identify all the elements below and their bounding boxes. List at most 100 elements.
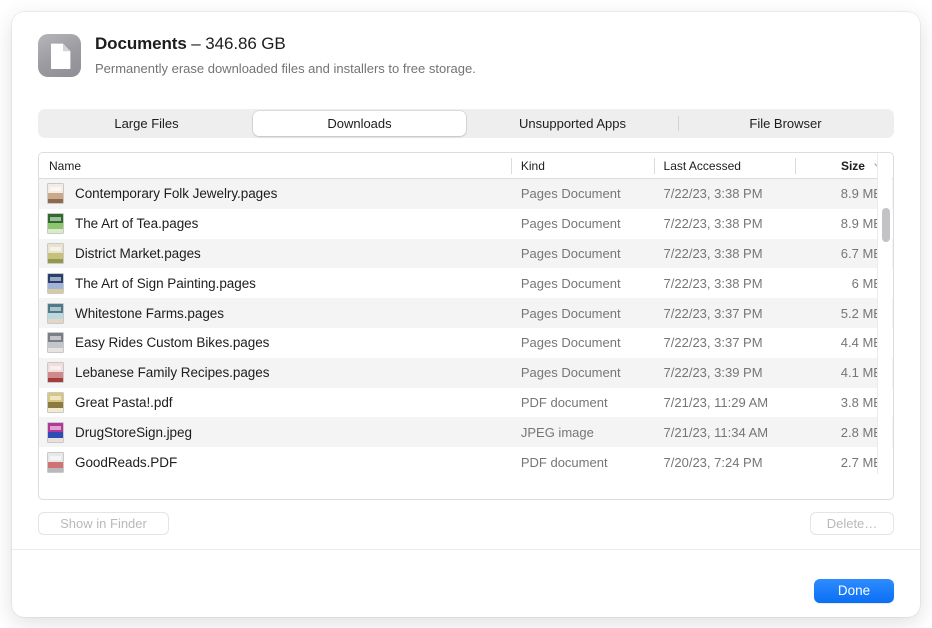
file-thumbnail-icon <box>47 422 64 443</box>
cell-name: DrugStoreSign.jpeg <box>39 422 511 443</box>
table-row[interactable]: Easy Rides Custom Bikes.pages Pages Docum… <box>39 328 893 358</box>
document-icon <box>38 34 81 77</box>
file-name: Great Pasta!.pdf <box>75 395 173 410</box>
tab-file-browser[interactable]: File Browser <box>679 111 892 136</box>
cell-last-accessed: 7/22/23, 3:38 PM <box>654 246 796 261</box>
file-name: Whitestone Farms.pages <box>75 306 224 321</box>
file-name: Lebanese Family Recipes.pages <box>75 365 269 380</box>
tab-file-browser-label: File Browser <box>749 116 821 131</box>
file-name: The Art of Sign Painting.pages <box>75 276 256 291</box>
cell-kind: JPEG image <box>511 425 654 440</box>
page-subtitle: Permanently erase downloaded files and i… <box>95 60 476 77</box>
cell-kind: Pages Document <box>511 216 654 231</box>
cell-kind: Pages Document <box>511 246 654 261</box>
page-title: Documents – 346.86 GB <box>95 33 476 55</box>
file-name: GoodReads.PDF <box>75 455 177 470</box>
cell-kind: Pages Document <box>511 365 654 380</box>
table-row[interactable]: Great Pasta!.pdf PDF document7/21/23, 11:… <box>39 388 893 418</box>
done-label: Done <box>838 583 870 598</box>
cell-name: The Art of Tea.pages <box>39 213 511 234</box>
tab-downloads[interactable]: Downloads <box>253 111 466 136</box>
page-title-separator: – <box>187 34 206 53</box>
column-divider <box>654 158 655 174</box>
delete-button[interactable]: Delete… <box>810 512 894 535</box>
cell-last-accessed: 7/21/23, 11:34 AM <box>654 425 796 440</box>
table-row[interactable]: The Art of Tea.pages Pages Document7/22/2… <box>39 209 893 239</box>
cell-kind: Pages Document <box>511 186 654 201</box>
tab-unsupported-apps[interactable]: Unsupported Apps <box>466 111 679 136</box>
cell-name: Contemporary Folk Jewelry.pages <box>39 183 511 204</box>
file-thumbnail-icon <box>47 183 64 204</box>
cell-last-accessed: 7/22/23, 3:38 PM <box>654 276 796 291</box>
page-title-name: Documents <box>95 34 187 53</box>
tab-bar: Large Files Downloads Unsupported Apps F… <box>38 109 894 138</box>
table-row[interactable]: DrugStoreSign.jpeg JPEG image7/21/23, 11:… <box>39 417 893 447</box>
column-divider <box>795 158 796 174</box>
cell-kind: PDF document <box>511 395 654 410</box>
table-header-row: Name Kind Last Accessed Size <box>39 153 893 179</box>
file-thumbnail-icon <box>47 303 64 324</box>
table-row[interactable]: The Art of Sign Painting.pages Pages Docu… <box>39 268 893 298</box>
cell-last-accessed: 7/22/23, 3:38 PM <box>654 186 796 201</box>
header-text-block: Documents – 346.86 GB Permanently erase … <box>95 32 476 77</box>
cell-last-accessed: 7/22/23, 3:38 PM <box>654 216 796 231</box>
cell-name: The Art of Sign Painting.pages <box>39 273 511 294</box>
file-name: DrugStoreSign.jpeg <box>75 425 192 440</box>
done-button[interactable]: Done <box>814 579 894 603</box>
delete-label: Delete… <box>827 516 878 531</box>
file-thumbnail-icon <box>47 243 64 264</box>
file-thumbnail-icon <box>47 273 64 294</box>
cell-kind: PDF document <box>511 455 654 470</box>
tab-large-files[interactable]: Large Files <box>40 111 253 136</box>
table-row[interactable]: Lebanese Family Recipes.pages Pages Docum… <box>39 358 893 388</box>
cell-last-accessed: 7/22/23, 3:39 PM <box>654 365 796 380</box>
dialog-header: Documents – 346.86 GB Permanently erase … <box>12 12 920 96</box>
footer-separator <box>12 549 920 550</box>
show-in-finder-button[interactable]: Show in Finder <box>38 512 169 535</box>
tab-downloads-label: Downloads <box>327 116 391 131</box>
column-header-size-label: Size <box>841 153 865 179</box>
file-name: District Market.pages <box>75 246 201 261</box>
file-table: Name Kind Last Accessed Size <box>38 152 894 500</box>
cell-name: GoodReads.PDF <box>39 452 511 473</box>
column-header-last-accessed[interactable]: Last Accessed <box>654 153 796 179</box>
cell-last-accessed: 7/21/23, 11:29 AM <box>654 395 796 410</box>
cell-last-accessed: 7/22/23, 3:37 PM <box>654 335 796 350</box>
file-thumbnail-icon <box>47 213 64 234</box>
table-row[interactable]: GoodReads.PDF PDF document7/20/23, 7:24 P… <box>39 447 893 477</box>
cell-kind: Pages Document <box>511 276 654 291</box>
table-scrollbar[interactable] <box>877 153 892 474</box>
file-thumbnail-icon <box>47 452 64 473</box>
table-row[interactable]: Whitestone Farms.pages Pages Document7/22… <box>39 298 893 328</box>
tab-unsupported-apps-label: Unsupported Apps <box>519 116 626 131</box>
cell-kind: Pages Document <box>511 335 654 350</box>
scrollbar-thumb[interactable] <box>882 208 890 242</box>
cell-name: Whitestone Farms.pages <box>39 303 511 324</box>
column-header-kind-label: Kind <box>521 159 545 173</box>
cell-name: Easy Rides Custom Bikes.pages <box>39 332 511 353</box>
cell-name: Great Pasta!.pdf <box>39 392 511 413</box>
cell-name: District Market.pages <box>39 243 511 264</box>
file-thumbnail-icon <box>47 332 64 353</box>
page-title-size: 346.86 GB <box>205 34 285 53</box>
column-header-name-label: Name <box>49 159 81 173</box>
column-header-last-accessed-label: Last Accessed <box>664 159 741 173</box>
file-name: Easy Rides Custom Bikes.pages <box>75 335 269 350</box>
screen: Documents – 346.86 GB Permanently erase … <box>0 0 932 628</box>
table-row[interactable]: District Market.pages Pages Document7/22/… <box>39 239 893 269</box>
storage-management-dialog: Documents – 346.86 GB Permanently erase … <box>12 12 920 617</box>
file-name: The Art of Tea.pages <box>75 216 198 231</box>
column-divider <box>511 158 512 174</box>
tab-large-files-label: Large Files <box>114 116 178 131</box>
cell-last-accessed: 7/22/23, 3:37 PM <box>654 306 796 321</box>
table-row[interactable]: Contemporary Folk Jewelry.pages Pages Doc… <box>39 179 893 209</box>
show-in-finder-label: Show in Finder <box>60 516 147 531</box>
table-body: Contemporary Folk Jewelry.pages Pages Doc… <box>39 179 893 500</box>
cell-last-accessed: 7/20/23, 7:24 PM <box>654 455 796 470</box>
column-header-name[interactable]: Name <box>39 153 511 179</box>
column-header-kind[interactable]: Kind <box>511 153 654 179</box>
file-thumbnail-icon <box>47 362 64 383</box>
cell-name: Lebanese Family Recipes.pages <box>39 362 511 383</box>
file-name: Contemporary Folk Jewelry.pages <box>75 186 277 201</box>
cell-kind: Pages Document <box>511 306 654 321</box>
